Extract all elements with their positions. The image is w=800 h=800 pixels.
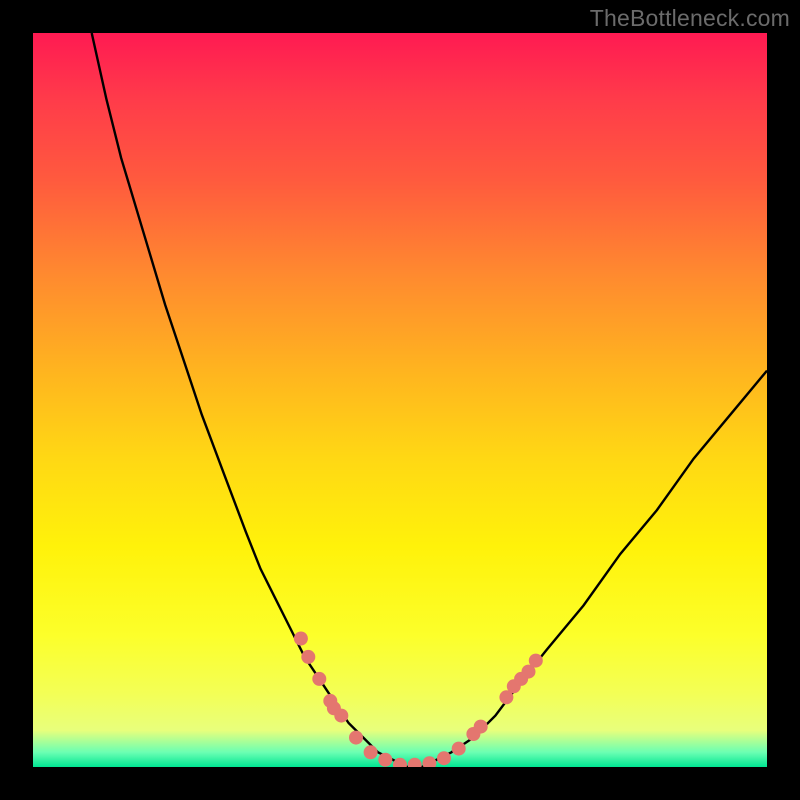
chart-frame: TheBottleneck.com xyxy=(0,0,800,800)
watermark-text: TheBottleneck.com xyxy=(590,5,790,32)
curve-marker xyxy=(452,742,466,756)
curve-marker xyxy=(312,672,326,686)
curve-marker xyxy=(334,709,348,723)
curve-marker xyxy=(408,758,422,767)
bottleneck-curve xyxy=(33,33,767,767)
curve-marker xyxy=(474,720,488,734)
curve-marker xyxy=(364,745,378,759)
chart-plot-area xyxy=(33,33,767,767)
curve-marker xyxy=(437,751,451,765)
curve-marker xyxy=(301,650,315,664)
curve-marker xyxy=(529,654,543,668)
curve-marker xyxy=(422,756,436,767)
curve-marker xyxy=(393,758,407,767)
curve-marker xyxy=(349,731,363,745)
curve-marker xyxy=(294,632,308,646)
curve-marker xyxy=(378,753,392,767)
